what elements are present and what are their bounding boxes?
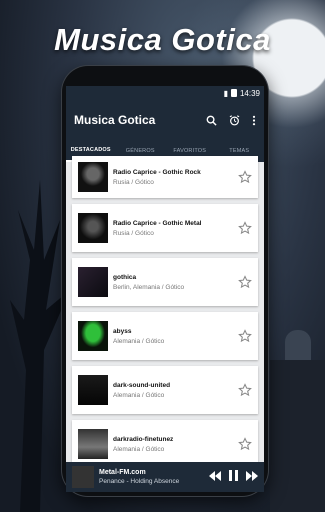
- station-thumbnail: [78, 375, 108, 405]
- now-playing-bar[interactable]: Metal-FM.com Penance - Holding Absence: [66, 462, 264, 492]
- star-outline-icon[interactable]: [238, 170, 252, 184]
- star-outline-icon[interactable]: [238, 383, 252, 397]
- tombstone-decoration: [285, 330, 311, 364]
- station-name: Radio Caprice - Gothic Rock: [113, 168, 201, 176]
- status-bar: ▮ 14:39: [66, 86, 264, 100]
- ground-decoration: [270, 360, 325, 512]
- app-screen: ▮ 14:39 Musica Gotica Destacados Géneros…: [66, 86, 264, 492]
- alarm-icon[interactable]: [229, 114, 240, 126]
- list-item[interactable]: Radio Caprice - Gothic Rock Rusia / Góti…: [72, 156, 258, 198]
- fast-forward-icon[interactable]: [246, 468, 258, 486]
- now-playing-station: Metal-FM.com: [99, 469, 146, 476]
- station-thumbnail: [78, 429, 108, 459]
- search-icon[interactable]: [206, 115, 217, 126]
- star-outline-icon[interactable]: [238, 437, 252, 451]
- status-time: 14:39: [239, 88, 260, 98]
- rewind-icon[interactable]: [209, 468, 221, 486]
- station-location-genre: Rusia / Gótico: [113, 178, 154, 186]
- station-location-genre: Rusia / Gótico: [113, 229, 154, 237]
- station-location-genre: Alemania / Gótico: [113, 337, 165, 345]
- promo-headline: Musica Gotica: [54, 22, 271, 57]
- star-outline-icon[interactable]: [238, 329, 252, 343]
- list-item[interactable]: gothica Berlin, Alemania / Gótico: [72, 258, 258, 306]
- station-thumbnail: [78, 267, 108, 297]
- now-playing-thumbnail: [72, 466, 94, 488]
- station-name: gothica: [113, 273, 137, 281]
- station-name: dark-sound-united: [113, 381, 171, 389]
- list-item[interactable]: dark-sound-united Alemania / Gótico: [72, 366, 258, 414]
- app-title: Musica Gotica: [74, 113, 156, 127]
- list-item[interactable]: abyss Alemania / Gótico: [72, 312, 258, 360]
- station-thumbnail: [78, 213, 108, 243]
- star-outline-icon[interactable]: [238, 221, 252, 235]
- app-bar: Musica Gotica: [66, 100, 264, 140]
- list-item[interactable]: darkradio-finetunez Alemania / Gótico: [72, 420, 258, 468]
- now-playing-track: Penance - Holding Absence: [99, 478, 180, 485]
- station-name: darkradio-finetunez: [113, 435, 174, 443]
- star-outline-icon[interactable]: [238, 275, 252, 289]
- pause-icon[interactable]: [229, 468, 238, 486]
- battery-icon: [230, 89, 237, 97]
- more-vert-icon[interactable]: [252, 115, 256, 126]
- station-location-genre: Berlin, Alemania / Gótico: [113, 283, 185, 291]
- signal-icon: ▮: [223, 88, 228, 98]
- station-location-genre: Alemania / Gótico: [113, 445, 165, 453]
- station-list: Radio Caprice - Gothic Rock Rusia / Góti…: [66, 156, 264, 468]
- station-name: Radio Caprice - Gothic Metal: [113, 219, 202, 227]
- list-item[interactable]: Radio Caprice - Gothic Metal Rusia / Gót…: [72, 204, 258, 252]
- station-thumbnail: [78, 321, 108, 351]
- station-thumbnail: [78, 162, 108, 192]
- station-name: abyss: [113, 327, 132, 335]
- station-location-genre: Alemania / Gótico: [113, 391, 165, 399]
